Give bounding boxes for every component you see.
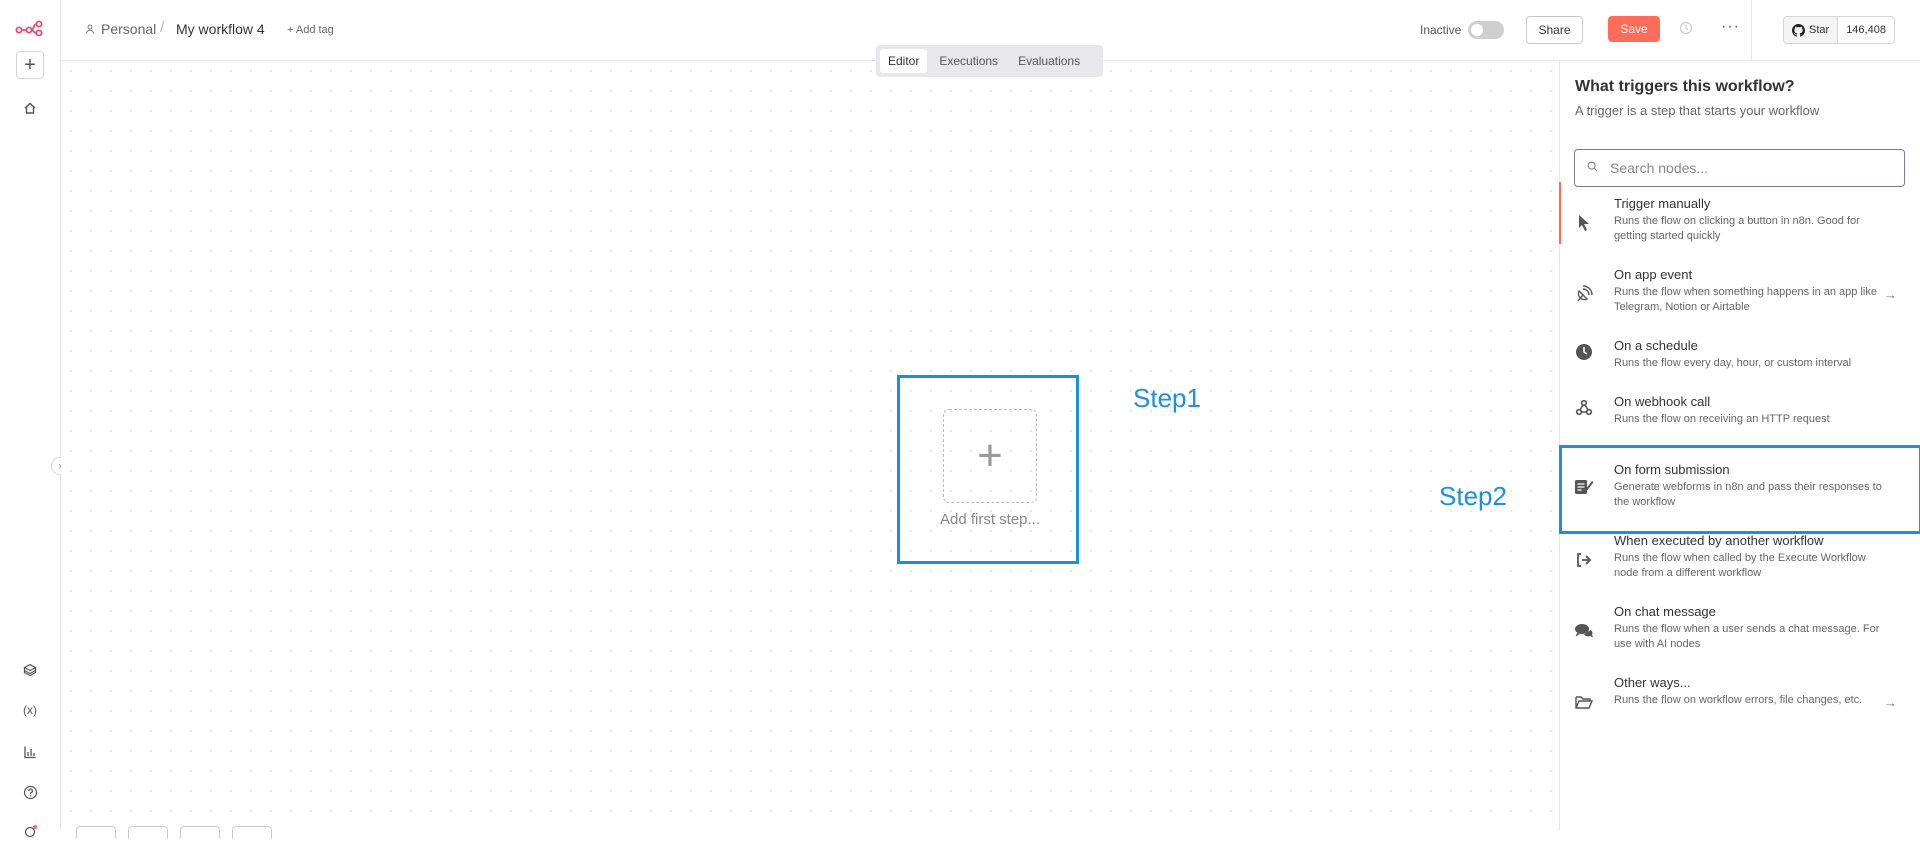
history-icon[interactable] — [1679, 21, 1695, 37]
left-sidebar: + (x) — [0, 0, 61, 838]
node-description: Runs the flow when something happens in … — [1614, 286, 1877, 313]
clock-icon — [1574, 342, 1594, 362]
active-status-label: Inactive — [1420, 23, 1462, 37]
node-title: When executed by another workflow — [1614, 533, 1824, 548]
divider — [1751, 0, 1752, 60]
github-star-button[interactable]: Star 146,408 — [1783, 16, 1895, 44]
tab-executions[interactable]: Executions — [931, 49, 1006, 73]
view-tabs: Editor Executions Evaluations — [876, 45, 1103, 77]
reset-zoom-button[interactable] — [232, 826, 272, 839]
search-box — [1574, 149, 1905, 187]
node-description: Runs the flow on workflow errors, file c… — [1614, 694, 1863, 706]
n8n-logo-icon[interactable] — [14, 14, 46, 42]
github-star-count: 146,408 — [1838, 17, 1894, 43]
node-description: Runs the flow when a user sends a chat m… — [1614, 623, 1880, 650]
home-icon[interactable] — [16, 94, 44, 122]
node-title: On webhook call — [1614, 394, 1711, 409]
node-other-ways[interactable]: Other ways... Runs the flow on workflow … — [1560, 673, 1920, 744]
node-when-executed-by-another-workflow[interactable]: When executed by another workflow Runs t… — [1560, 531, 1920, 602]
share-button[interactable]: Share — [1526, 16, 1583, 44]
active-toggle[interactable] — [1468, 21, 1504, 39]
arrow-right-icon: → — [1884, 695, 1897, 710]
step2-annotation: Step2 — [1439, 481, 1507, 511]
tab-editor[interactable]: Editor — [880, 49, 928, 73]
add-first-step-button[interactable]: + — [943, 409, 1037, 503]
zoom-out-button[interactable] — [180, 826, 220, 839]
node-title: On form submission — [1614, 462, 1730, 477]
workflow-canvas[interactable] — [61, 61, 1559, 830]
sign-in-icon — [1574, 550, 1594, 570]
trigger-panel: What triggers this workflow? A trigger i… — [1559, 61, 1920, 830]
zoom-in-button[interactable] — [128, 826, 168, 839]
folder-open-icon — [1574, 692, 1594, 712]
node-on-chat-message[interactable]: On chat message Runs the flow when a use… — [1560, 602, 1920, 673]
comments-icon — [1574, 621, 1594, 641]
panel-title: What triggers this workflow? — [1575, 78, 1795, 95]
search-icon — [1587, 161, 1598, 175]
user-icon — [86, 24, 94, 34]
breadcrumb-separator: / — [160, 19, 165, 36]
insights-chart-icon[interactable] — [16, 738, 44, 766]
save-button[interactable]: Save — [1608, 16, 1660, 42]
add-first-step-label[interactable]: Add first step... — [920, 511, 1060, 528]
help-icon[interactable] — [16, 778, 44, 806]
node-on-form-submission[interactable]: On form submission Generate webforms in … — [1559, 445, 1920, 534]
breadcrumb-project[interactable]: Personal — [85, 21, 156, 37]
tab-evaluations[interactable]: Evaluations — [1010, 49, 1088, 73]
add-tag-link[interactable]: + Add tag — [287, 24, 334, 36]
create-button[interactable]: + — [16, 51, 44, 79]
node-title: On a schedule — [1614, 338, 1698, 353]
node-title: Trigger manually — [1614, 196, 1711, 211]
node-description: Runs the flow every day, hour, or custom… — [1614, 357, 1852, 369]
node-title: On app event — [1614, 267, 1693, 282]
github-icon — [1792, 23, 1805, 37]
project-name: Personal — [101, 21, 157, 37]
workflow-name[interactable]: My workflow 4 — [176, 21, 265, 37]
step1-annotation: Step1 — [1133, 383, 1201, 413]
node-description: Runs the flow on receiving an HTTP reque… — [1614, 413, 1830, 425]
search-nodes-input[interactable] — [1608, 159, 1882, 177]
node-on-a-schedule[interactable]: On a schedule Runs the flow every day, h… — [1560, 336, 1920, 392]
arrow-right-icon: → — [1884, 287, 1897, 302]
node-title: On chat message — [1614, 604, 1716, 619]
github-star-label: Star — [1809, 24, 1830, 36]
node-description: Generate webforms in n8n and pass their … — [1614, 481, 1882, 508]
node-description: Runs the flow on clicking a button in n8… — [1614, 215, 1860, 242]
panel-subtitle: A trigger is a step that starts your wor… — [1575, 103, 1820, 118]
github-star[interactable]: Star — [1784, 17, 1839, 43]
variables-icon[interactable]: (x) — [16, 696, 44, 724]
cursor-icon — [1574, 213, 1594, 233]
node-trigger-manually[interactable]: Trigger manually Runs the flow on clicki… — [1559, 182, 1920, 265]
satellite-dish-icon — [1574, 284, 1594, 304]
trigger-node-list: Trigger manually Runs the flow on clicki… — [1559, 182, 1920, 744]
webhook-icon — [1574, 398, 1594, 418]
notification-bell-icon[interactable] — [16, 818, 44, 846]
more-options-icon[interactable]: ··· — [1721, 18, 1740, 36]
form-icon — [1574, 476, 1594, 496]
zoom-to-fit-button[interactable] — [76, 826, 116, 839]
node-title: Other ways... — [1614, 675, 1691, 690]
node-on-webhook-call[interactable]: On webhook call Runs the flow on receivi… — [1560, 392, 1920, 448]
node-description: Runs the flow when called by the Execute… — [1614, 552, 1866, 579]
node-on-app-event[interactable]: On app event Runs the flow when somethin… — [1560, 265, 1920, 336]
canvas-controls — [76, 826, 272, 839]
templates-icon[interactable] — [16, 656, 44, 684]
